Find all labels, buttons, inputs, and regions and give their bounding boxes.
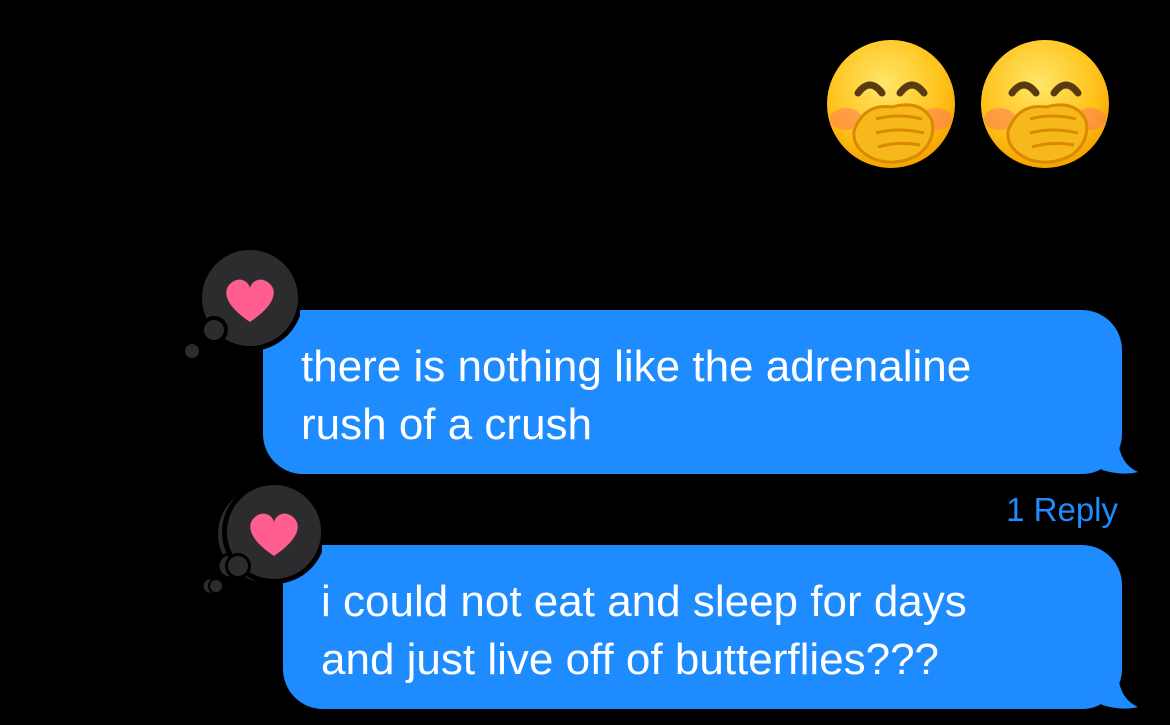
message-bubble[interactable]: there is nothing like the adrenaline rus… [263, 310, 1122, 474]
face-with-hand-over-mouth-icon [981, 40, 1109, 168]
reply-count-link[interactable]: 1 Reply [1006, 490, 1118, 530]
bubble-tail [1096, 675, 1138, 709]
heart-icon[interactable] [182, 244, 300, 362]
message-text: i could not eat and sleep for days and j… [321, 577, 967, 684]
bubble-tail [1096, 440, 1138, 474]
message-text: there is nothing like the adrenaline rus… [301, 342, 972, 449]
message-bubble[interactable]: i could not eat and sleep for days and j… [283, 545, 1122, 709]
heart-icon[interactable] [192, 478, 322, 600]
face-with-hand-over-mouth-icon [827, 40, 955, 168]
